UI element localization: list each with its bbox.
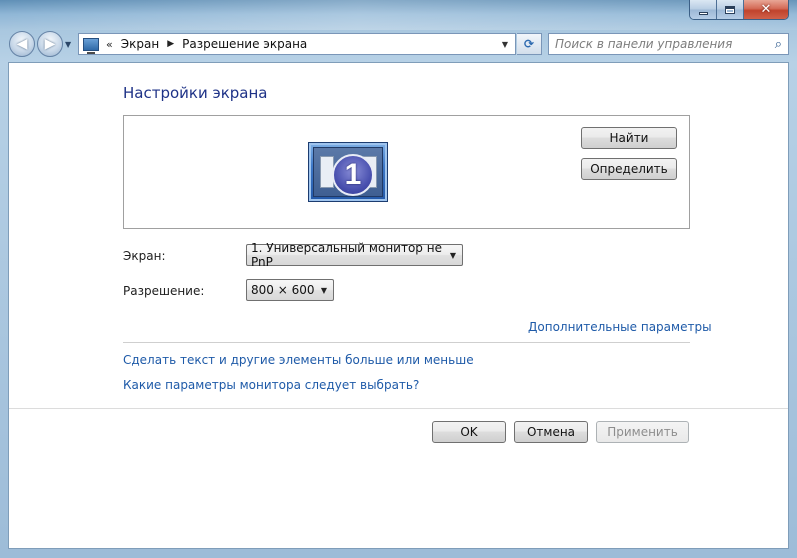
- forward-arrow-icon: ▶: [44, 36, 56, 52]
- chevron-down-icon: ▼: [449, 250, 456, 260]
- caption-buttons: ✕: [689, 0, 789, 20]
- text-size-link[interactable]: Сделать текст и другие элементы больше и…: [123, 353, 474, 367]
- display-preview-panel: 1 Найти Определить: [123, 115, 690, 229]
- advanced-settings-link[interactable]: Дополнительные параметры: [528, 320, 712, 334]
- address-bar[interactable]: « Экран ▶ Разрешение экрана ▼: [78, 33, 516, 55]
- ok-button[interactable]: OK: [432, 421, 506, 443]
- breadcrumb-resolution[interactable]: Разрешение экрана: [182, 37, 307, 51]
- address-dropdown-icon[interactable]: ▼: [502, 40, 508, 49]
- address-root-chevron[interactable]: «: [106, 38, 113, 51]
- divider: [123, 342, 690, 343]
- footer-divider: [9, 408, 788, 409]
- content-area: Настройки экрана 1 Найти Определить Экра…: [8, 62, 789, 549]
- monitor-screen: 1: [313, 147, 383, 197]
- search-input[interactable]: Поиск в панели управления ⌕: [548, 33, 789, 55]
- breadcrumb-screen[interactable]: Экран: [121, 37, 159, 51]
- screen-select-value: 1. Универсальный монитор не PnP: [251, 241, 442, 269]
- monitor-number-badge: 1: [332, 154, 374, 196]
- screen-select[interactable]: 1. Универсальный монитор не PnP ▼: [246, 241, 463, 269]
- minimize-icon: [698, 11, 708, 15]
- monitor-help-link[interactable]: Какие параметры монитора следует выбрать…: [123, 378, 419, 392]
- back-button[interactable]: ◀: [9, 31, 35, 57]
- recent-pages-dropdown-icon[interactable]: ▼: [65, 40, 71, 49]
- resolution-select-value: 800 × 600: [251, 283, 315, 297]
- monitor-1-icon[interactable]: 1: [308, 142, 388, 202]
- maximize-icon: [725, 5, 735, 14]
- refresh-icon: ⟳: [523, 37, 535, 51]
- breadcrumb-arrow-icon[interactable]: ▶: [167, 39, 174, 49]
- maximize-button[interactable]: [717, 0, 744, 19]
- resolution-label: Разрешение:: [123, 284, 205, 298]
- chevron-down-icon: ▼: [320, 285, 327, 295]
- resolution-select[interactable]: 800 × 600 ▼: [246, 279, 334, 301]
- cancel-button[interactable]: Отмена: [514, 421, 588, 443]
- page-title: Настройки экрана: [123, 84, 268, 102]
- control-panel-monitor-icon: [83, 37, 99, 54]
- back-arrow-icon: ◀: [16, 36, 28, 52]
- close-icon: ✕: [760, 2, 772, 17]
- find-button[interactable]: Найти: [581, 127, 677, 149]
- identify-button[interactable]: Определить: [581, 158, 677, 180]
- search-icon[interactable]: ⌕: [775, 37, 782, 52]
- window-frame: ✕ ◀ ▶ ▼ « Экран ▶ Разрешение экрана ▼ ⟳ …: [0, 0, 797, 558]
- search-placeholder: Поиск в панели управления: [555, 37, 733, 51]
- screen-label: Экран:: [123, 249, 166, 263]
- apply-button[interactable]: Применить: [596, 421, 689, 443]
- refresh-button[interactable]: ⟳: [517, 33, 542, 55]
- close-button[interactable]: ✕: [744, 0, 788, 19]
- minimize-button[interactable]: [690, 0, 717, 19]
- forward-button[interactable]: ▶: [37, 31, 63, 57]
